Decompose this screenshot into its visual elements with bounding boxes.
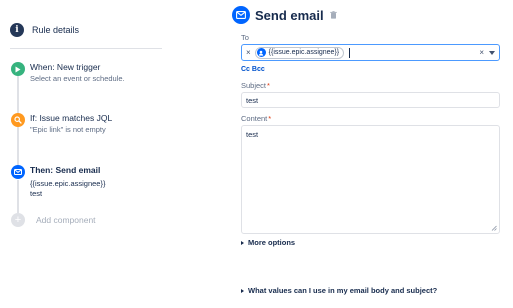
rule-details-item[interactable]: i Rule details: [10, 21, 79, 39]
step-condition[interactable]: If: Issue matches JQL "Epic link" is not…: [11, 113, 112, 135]
user-avatar-icon: [256, 48, 266, 57]
rule-panel: i Rule details When: New trigger Select …: [0, 0, 170, 308]
content-label: Content*: [241, 114, 272, 123]
more-options-toggle[interactable]: More options: [241, 238, 295, 247]
step-title: When: New trigger: [30, 62, 101, 72]
chevron-down-icon[interactable]: [489, 51, 495, 55]
play-icon: [11, 62, 25, 76]
step-subtitle: test: [30, 189, 43, 198]
content-textarea[interactable]: test: [241, 125, 500, 234]
help-question-label: What values can I use in my email body a…: [248, 286, 438, 295]
remove-chip-icon[interactable]: ×: [246, 48, 251, 57]
step-title: Then: Send email: [30, 165, 101, 175]
step-subtitle: "Epic link" is not empty: [30, 125, 106, 134]
step-trigger[interactable]: When: New trigger Select an event or sch…: [11, 62, 125, 84]
step-title: If: Issue matches JQL: [30, 113, 113, 123]
send-email-form: Send email To × {{issue.epic.assignee}} …: [232, 0, 513, 308]
divider: [10, 48, 162, 49]
trash-icon[interactable]: [329, 11, 337, 19]
help-expander[interactable]: What values can I use in my email body a…: [241, 286, 437, 295]
recipient-chip[interactable]: {{issue.epic.assignee}}: [254, 46, 345, 59]
required-marker: *: [267, 81, 270, 90]
content-text: test: [246, 130, 259, 139]
search-icon: [11, 113, 25, 127]
rule-details-label: Rule details: [32, 25, 80, 35]
step-subtitle: Select an event or schedule.: [30, 74, 125, 83]
text-caret: [349, 47, 351, 58]
step-action-send-email[interactable]: Then: Send email {{issue.epic.assignee}}…: [11, 165, 105, 199]
add-component-button[interactable]: + Add component: [11, 213, 96, 227]
recipient-chip-label: {{issue.epic.assignee}}: [268, 49, 340, 56]
more-options-label: More options: [248, 238, 296, 247]
form-header: Send email: [232, 6, 337, 24]
chevron-right-icon: [241, 240, 244, 245]
step-subtitle: {{issue.epic.assignee}}: [30, 179, 106, 188]
chevron-right-icon: [241, 288, 244, 293]
info-icon: i: [10, 23, 24, 37]
subject-input[interactable]: test: [241, 92, 500, 108]
page-title: Send email: [255, 7, 324, 23]
resize-handle-icon[interactable]: [491, 225, 497, 231]
clear-icon[interactable]: ×: [479, 48, 484, 57]
mail-icon: [232, 6, 250, 24]
required-marker: *: [268, 114, 272, 123]
to-field[interactable]: × {{issue.epic.assignee}} ×: [241, 44, 500, 61]
plus-icon: +: [11, 213, 25, 227]
mail-icon: [11, 165, 25, 179]
subject-label: Subject*: [241, 81, 270, 90]
to-label: To: [241, 33, 249, 42]
add-component-label: Add component: [36, 215, 96, 225]
cc-bcc-link[interactable]: Cc Bcc: [241, 66, 265, 73]
